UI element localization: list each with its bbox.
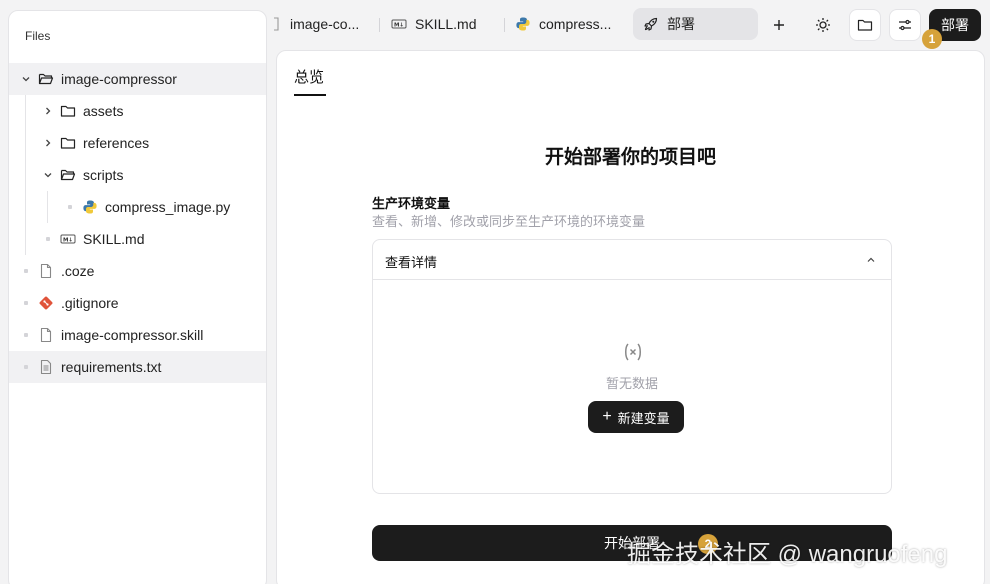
tree-bullet <box>68 205 72 209</box>
step-badge-1: 1 <box>922 29 942 49</box>
variable-icon <box>621 340 645 364</box>
deploy-panel: 总览 开始部署你的项目吧 生产环境变量 查看、新增、修改或同步至生产环境的环境变… <box>276 50 985 584</box>
chevron-up-icon <box>863 252 879 268</box>
page-title: 开始部署你的项目吧 <box>544 147 716 168</box>
tab-skill-md[interactable]: M↓ SKILL.md <box>391 8 476 40</box>
git-icon <box>37 294 55 312</box>
tree-item-skill-md[interactable]: M↓ SKILL.md <box>9 223 266 255</box>
open-folder-button[interactable] <box>849 9 881 41</box>
tab-divider <box>504 18 505 32</box>
chevron-down-icon <box>43 170 53 180</box>
tree-item-image-compressor[interactable]: image-compressor <box>9 63 266 95</box>
files-title: Files <box>25 29 51 43</box>
plus-icon: + <box>602 408 612 425</box>
tree-item-label: scripts <box>83 167 124 183</box>
tree-item-references[interactable]: references <box>9 127 266 159</box>
chevron-down-icon <box>21 74 31 84</box>
tab-image-compressor[interactable]: image-co... <box>270 8 359 40</box>
folder-icon <box>857 19 873 31</box>
svg-text:M↓: M↓ <box>63 237 73 244</box>
file-icon <box>270 16 280 32</box>
env-vars-card: 查看详情 暂无数据 + 新建变量 <box>372 239 892 494</box>
tree-item-label: assets <box>83 103 124 119</box>
file-explorer-panel: Files image-compressor assets references… <box>8 10 267 584</box>
tab-divider <box>379 18 380 32</box>
sliders-icon <box>899 19 911 31</box>
folder-icon <box>59 102 77 120</box>
tab-label: 部署 <box>667 16 695 32</box>
chevron-right-icon <box>43 138 53 148</box>
tree-item-label: .coze <box>61 263 95 279</box>
tree-item-label: .gitignore <box>61 295 119 311</box>
tree-item-image-compressor-skill[interactable]: image-compressor.skill <box>9 319 266 351</box>
tree-bullet <box>46 237 50 241</box>
folder-open-icon <box>59 166 77 184</box>
tree-item-label: requirements.txt <box>61 359 162 375</box>
section-subtitle: 查看、新增、修改或同步至生产环境的环境变量 <box>372 214 646 229</box>
tree-item-label: compress_image.py <box>105 199 231 215</box>
python-icon <box>515 16 531 32</box>
chevron-right-icon <box>43 106 53 116</box>
tree-item-scripts[interactable]: scripts <box>9 159 266 191</box>
file-icon <box>37 326 55 344</box>
markdown-icon: M↓ <box>59 230 77 248</box>
folder-open-icon <box>37 70 55 88</box>
tree-item-label: references <box>83 135 150 151</box>
section-title: 生产环境变量 <box>372 196 451 211</box>
tree-item-label: SKILL.md <box>83 231 145 247</box>
rocket-icon <box>643 16 659 32</box>
tree-bullet <box>24 269 28 273</box>
settings-button[interactable] <box>889 9 921 41</box>
empty-state-text: 暂无数据 <box>605 376 658 391</box>
details-label: 查看详情 <box>385 255 438 270</box>
sun-icon <box>816 18 830 32</box>
tab-compress-image-py[interactable]: compress... <box>515 8 611 40</box>
markdown-icon: M↓ <box>391 16 407 32</box>
tab-label: image-co... <box>290 16 360 32</box>
tree-item-label: image-compressor <box>61 71 177 87</box>
tab-overview[interactable]: 总览 <box>294 66 324 87</box>
plus-icon <box>774 20 784 30</box>
tab-deploy[interactable]: 部署 <box>633 8 758 40</box>
tree-item-label: image-compressor.skill <box>61 327 204 343</box>
svg-text:M↓: M↓ <box>394 22 404 29</box>
python-icon <box>81 198 99 216</box>
tree-item-requirements-txt[interactable]: requirements.txt <box>9 351 266 383</box>
tab-label: SKILL.md <box>415 16 477 32</box>
active-tab-indicator <box>294 94 326 96</box>
file-icon <box>37 262 55 280</box>
tree-bullet <box>24 301 28 305</box>
new-variable-label: 新建变量 <box>617 410 670 426</box>
tree-item-coze[interactable]: .coze <box>9 255 266 287</box>
text-file-icon <box>37 358 55 376</box>
watermark: 掘金技术社区 @ wangruofeng <box>627 541 948 568</box>
tab-label: compress... <box>539 16 612 32</box>
tree-bullet <box>24 365 28 369</box>
tree-item-assets[interactable]: assets <box>9 95 266 127</box>
tree-bullet <box>24 333 28 337</box>
theme-toggle-button[interactable] <box>807 9 839 41</box>
file-tree: image-compressor assets references scrip… <box>9 63 266 383</box>
editor-tab-bar: image-co... M↓ SKILL.md compress... 部署 部… <box>268 8 990 49</box>
folder-icon <box>59 134 77 152</box>
new-variable-button[interactable]: + 新建变量 <box>588 401 684 433</box>
tree-item-compress-image-py[interactable]: compress_image.py <box>9 191 266 223</box>
add-tab-button[interactable] <box>763 9 795 41</box>
tree-item-gitignore[interactable]: .gitignore <box>9 287 266 319</box>
details-collapse-header[interactable]: 查看详情 <box>373 240 891 280</box>
